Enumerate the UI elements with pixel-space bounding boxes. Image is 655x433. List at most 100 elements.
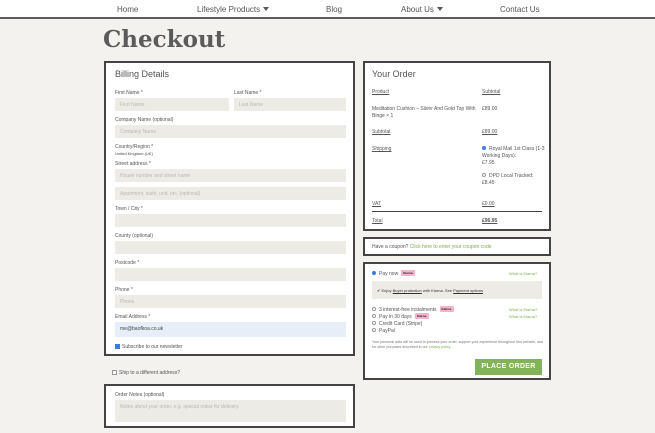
town-city-label: Town / City * [115,206,143,212]
buyer-protection-link[interactable]: Buyer protection [393,288,422,293]
coupon-prefix: Have a coupon? [372,244,409,250]
credit-card-radio[interactable] [372,321,376,325]
newsletter-checkbox[interactable] [115,344,120,349]
chevron-down-icon [436,7,443,11]
payment-option-pay-now[interactable]: Pay now Klarna. [372,270,416,277]
what-is-klarna-link[interactable]: What is Klarna? [509,314,537,319]
shipping-option-dpd[interactable]: DPD Local Tracked: £8.45 [482,173,546,187]
nav-blog-link[interactable]: Blog [326,5,342,14]
shipping-dpd-price: £8.45 [482,180,495,186]
country-label: Country/Region * [115,144,154,150]
nav-about-us-link[interactable]: About Us [401,5,443,14]
subtotal-column-header: Subtotal [482,89,501,95]
payment-option-paypal[interactable]: PayPal [372,328,395,334]
payment-option-pay-30[interactable]: Pay in 30 days Klarna. [372,313,429,320]
first-name-input[interactable]: First Name [115,98,229,111]
last-name-label: Last Name * [234,90,262,96]
email-label: Email Address * [115,314,151,320]
coupon-notice: Have a coupon? Click here to enter your … [372,244,492,250]
first-name-label: First Name * [115,90,143,96]
last-name-input[interactable]: Last Name [234,98,346,111]
top-navigation: Home Lifestyle Products Blog About Us Co… [0,0,655,19]
checkmark-icon: ✔ [377,288,381,293]
buyer-protection-middle: with Klarna. See [422,288,453,293]
billing-details-panel: Billing Details First Name * First Name … [104,61,355,356]
klarna-badge: Klarna. [414,313,429,319]
order-item-price: £89.00 [482,106,498,112]
what-is-klarna-link[interactable]: What is Klarna? [509,307,537,312]
county-input[interactable] [115,241,346,254]
order-notes-label: Order Notes (optional) [115,392,165,398]
shipping-royal-mail-price: £7.95 [482,160,495,166]
klarna-badge: Klarna. [401,270,416,276]
shipping-dpd-label: DPD Local Tracked: [489,173,534,179]
county-label: County (optional) [115,233,154,239]
payment-option-instalments[interactable]: 3 interest-free instalments Klarna. [372,306,454,313]
billing-details-title: Billing Details [115,69,170,79]
postcode-input[interactable] [115,268,346,281]
payment-options-link[interactable]: Payment options [453,288,483,293]
total-value: £96.95 [482,218,498,224]
newsletter-label: Subscribe to our newsletter [122,344,183,350]
street-address-input[interactable]: House number and street name [115,169,346,182]
newsletter-option[interactable]: Subscribe to our newsletter [115,344,183,350]
postcode-label: Postcode * [115,260,140,266]
credit-card-label: Credit Card (Stripe) [379,321,423,327]
country-select[interactable]: United Kingdom (UK) [115,151,153,156]
coupon-panel: Have a coupon? Click here to enter your … [363,237,551,256]
payment-option-credit-card[interactable]: Credit Card (Stripe) [372,321,422,327]
nav-home-link[interactable]: Home [117,5,138,14]
pay-now-radio[interactable] [372,271,376,275]
privacy-policy-link[interactable]: privacy policy. [429,345,451,349]
payment-panel: Pay now Klarna. What is Klarna? ✔ Enjoy B… [363,262,551,380]
vat-value: £0.00 [482,201,495,207]
page-title: Checkout [103,26,226,53]
phone-label: Phone * [115,287,133,293]
ship-different-checkbox[interactable] [112,370,117,375]
klarna-badge: Klarna. [439,306,454,312]
paypal-radio[interactable] [372,328,376,332]
your-order-title: Your Order [372,69,416,79]
pay-30-radio[interactable] [372,314,376,318]
pay-now-label: Pay now [379,271,399,277]
buyer-protection-prefix: Enjoy [381,288,392,293]
email-input[interactable]: me@baofkoa.co.uk [115,322,346,337]
nav-about-us-label: About Us [401,5,434,14]
shipping-royal-mail-label: Royal Mail 1st Class (1-3 Working Days): [482,146,545,159]
subtotal-value: £89.00 [482,129,498,135]
product-column-header: Product [372,89,390,95]
order-item-name: Meditation Cushion – Silver And Gold Top… [372,106,476,119]
vat-label: VAT [372,201,381,207]
order-notes-panel: Order Notes (optional) Notes about your … [104,384,355,428]
order-notes-textarea[interactable]: Notes about your order, e.g. special not… [115,400,346,422]
shipping-royal-mail-radio[interactable] [482,146,486,150]
coupon-link[interactable]: Click here to enter your coupon code [410,244,492,250]
total-divider [372,211,542,212]
nav-contact-us-link[interactable]: Contact Us [500,5,540,14]
privacy-text: Your personal data will be used to proce… [372,340,544,349]
company-name-label: Company Name (optional) [115,117,174,123]
privacy-notice: Your personal data will be used to proce… [372,340,544,350]
phone-input[interactable]: Phone [115,295,346,308]
street-address-label: Street address * [115,161,151,167]
buyer-protection-notice: ✔ Enjoy Buyer protection with Klarna. Se… [377,288,483,293]
shipping-label: Shipping [372,146,392,152]
place-order-button[interactable]: PLACE ORDER [475,359,542,375]
nav-lifestyle-products-label: Lifestyle Products [197,5,261,14]
subtotal-label: Subtotal [372,129,391,135]
your-order-panel: Your Order Product Subtotal Meditation C… [363,61,551,231]
ship-different-option[interactable]: Ship to a different address? [112,370,180,376]
chevron-down-icon [263,7,270,11]
town-city-input[interactable] [115,214,346,227]
what-is-klarna-link[interactable]: What is Klarna? [509,271,537,276]
instalments-radio[interactable] [372,307,376,311]
shipping-dpd-radio[interactable] [482,173,486,177]
ship-different-label: Ship to a different address? [119,370,181,376]
shipping-option-royal-mail[interactable]: Royal Mail 1st Class (1-3 Working Days):… [482,146,546,167]
nav-lifestyle-products-link[interactable]: Lifestyle Products [197,5,270,14]
pay-30-label: Pay in 30 days [379,314,412,320]
street-address-line-2-input[interactable]: Apartment, suite, unit, etc. (optional) [115,187,346,200]
total-label: Total [372,218,383,224]
company-name-input[interactable]: Company Name [115,125,346,138]
paypal-label: PayPal [379,328,395,334]
